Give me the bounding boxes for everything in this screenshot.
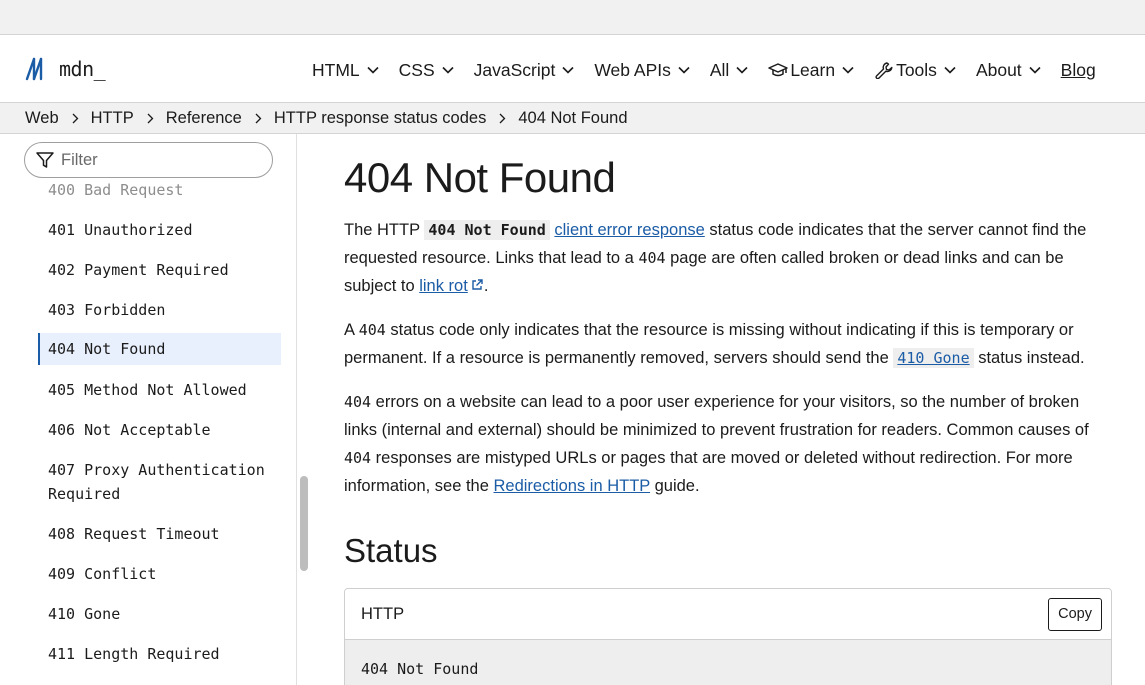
sidebar-item-407[interactable]: 407 Proxy Authentication Required [38, 458, 281, 506]
breadcrumb-http[interactable]: HTTP [91, 109, 134, 128]
mdn-logo[interactable]: mdn_ [25, 56, 106, 82]
redirections-link[interactable]: Redirections in HTTP [494, 477, 651, 495]
site-header: mdn_ HTML CSS JavaScript Web APIs All Le… [0, 36, 1145, 102]
nav-css[interactable]: CSS [399, 60, 454, 81]
breadcrumb-status-codes[interactable]: HTTP response status codes [274, 109, 486, 128]
chevron-down-icon [367, 66, 379, 74]
code-language-label: HTTP [361, 604, 405, 623]
sidebar-item-401[interactable]: 401 Unauthorized [38, 218, 193, 242]
nav-learn-label: Learn [790, 59, 836, 80]
nav-web-apis-label: Web APIs [594, 59, 671, 80]
filter-input[interactable] [61, 150, 251, 170]
main-nav: HTML CSS JavaScript Web APIs All Learn T… [312, 58, 1096, 82]
text: status instead. [973, 349, 1085, 367]
inline-code: 404 [638, 249, 666, 267]
nav-all-label: All [709, 59, 730, 80]
copy-button[interactable]: Copy [1048, 597, 1102, 631]
link-rot-link[interactable]: link rot [419, 277, 484, 295]
nav-web-apis[interactable]: Web APIs [594, 60, 690, 81]
sidebar-item-404[interactable]: 404 Not Found [38, 333, 281, 365]
sidebar-item-407-line2: Required [48, 485, 121, 503]
sidebar-item-408[interactable]: 408 Request Timeout [38, 522, 220, 546]
text: guide. [650, 477, 700, 495]
nav-tools[interactable]: Tools [874, 60, 956, 81]
nav-html[interactable]: HTML [312, 60, 379, 81]
chevron-right-icon [147, 113, 154, 123]
chevron-down-icon [678, 66, 690, 74]
code-text: 404 Not Found [361, 660, 479, 678]
chevron-down-icon [944, 66, 956, 74]
text: . [483, 277, 489, 295]
client-error-response-link[interactable]: client error response [554, 221, 704, 239]
breadcrumb-current: 404 Not Found [518, 108, 628, 127]
chevron-right-icon [255, 113, 262, 123]
chevron-down-icon [562, 66, 574, 74]
sidebar-scrollbar[interactable] [300, 476, 308, 571]
nav-blog-link[interactable]: Blog [1061, 60, 1096, 81]
nav-tools-label: Tools [896, 59, 937, 80]
page-title: 404 Not Found [344, 154, 616, 201]
inline-code: 404 [344, 393, 372, 411]
nav-javascript[interactable]: JavaScript [474, 60, 575, 81]
breadcrumb-reference[interactable]: Reference [166, 109, 242, 128]
nav-learn[interactable]: Learn [768, 60, 854, 81]
wrench-icon [875, 62, 893, 79]
chevron-right-icon [72, 113, 79, 123]
sidebar-item-400[interactable]: 400 Bad Request [38, 178, 183, 202]
nav-about-label: About [975, 59, 1022, 80]
410-gone-link[interactable]: 410 Gone [893, 348, 974, 368]
nav-html-label: HTML [312, 59, 360, 80]
status-heading: Status [344, 532, 438, 569]
logo-text: mdn_ [59, 57, 106, 81]
third-paragraph: 404 errors on a website can lead to a po… [344, 388, 1114, 500]
filter-icon [36, 152, 54, 168]
sidebar: 400 Bad Request 401 Unauthorized 402 Pay… [0, 134, 297, 685]
code-example-header: HTTP Copy [345, 589, 1111, 640]
nav-about[interactable]: About [976, 60, 1041, 81]
sidebar-item-409[interactable]: 409 Conflict [38, 562, 156, 586]
chevron-down-icon [442, 66, 454, 74]
breadcrumb: Web HTTP Reference HTTP response status … [0, 102, 1145, 134]
mdn-logo-icon [25, 57, 43, 81]
filter-box [24, 142, 273, 178]
graduation-cap-icon [768, 63, 789, 77]
sidebar-item-405[interactable]: 405 Method Not Allowed [38, 378, 247, 402]
chevron-down-icon [842, 66, 854, 74]
sidebar-item-410[interactable]: 410 Gone [38, 602, 120, 626]
inline-code: 404 [344, 449, 372, 467]
inline-code: 404 [358, 321, 386, 339]
link-rot-label: link rot [419, 277, 468, 295]
breadcrumb-web[interactable]: Web [25, 109, 59, 128]
sidebar-item-406[interactable]: 406 Not Acceptable [38, 418, 211, 442]
browser-top-strip [0, 0, 1145, 35]
chevron-down-icon [736, 66, 748, 74]
sidebar-item-402[interactable]: 402 Payment Required [38, 258, 229, 282]
nav-javascript-label: JavaScript [473, 59, 556, 80]
text: responses are mistyped URLs or pages tha… [344, 449, 1073, 495]
nav-css-label: CSS [398, 59, 435, 80]
intro-paragraph: The HTTP 404 Not Found client error resp… [344, 216, 1114, 300]
chevron-right-icon [499, 113, 506, 123]
external-link-icon [472, 279, 483, 290]
chevron-down-icon [1029, 66, 1041, 74]
sidebar-item-407-line1: 407 Proxy Authentication [48, 461, 265, 479]
sidebar-item-411[interactable]: 411 Length Required [38, 642, 220, 666]
second-paragraph: A 404 status code only indicates that th… [344, 316, 1114, 372]
inline-code: 404 Not Found [424, 220, 550, 240]
nav-all[interactable]: All [710, 60, 748, 81]
text: The HTTP [344, 221, 425, 239]
code-example-body: 404 Not Found [345, 640, 1111, 685]
text: errors on a website can lead to a poor u… [344, 393, 1089, 439]
code-example: HTTP Copy 404 Not Found [344, 588, 1112, 685]
sidebar-item-403[interactable]: 403 Forbidden [38, 298, 165, 322]
text: A [344, 321, 359, 339]
